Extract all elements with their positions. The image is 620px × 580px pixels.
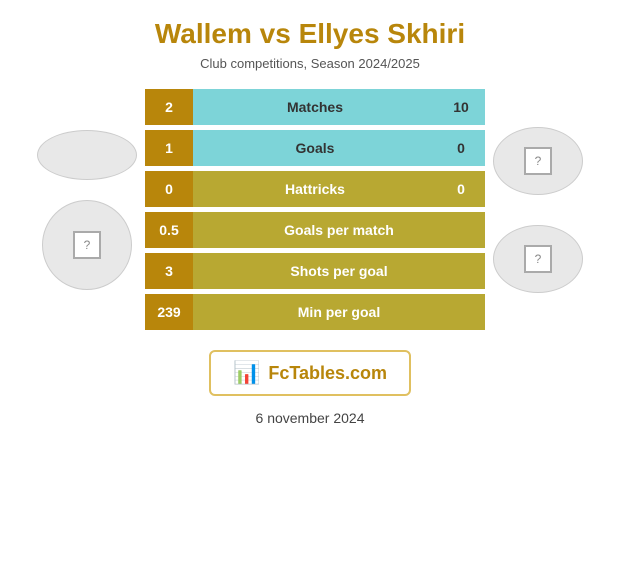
stat-left-goals: 1 — [145, 130, 193, 166]
stat-left-shots-per-goal: 3 — [145, 253, 193, 289]
stat-bar-goals: Goals — [193, 130, 437, 166]
stat-bar-matches: Matches — [193, 89, 437, 125]
stat-right-matches: 10 — [437, 89, 485, 125]
stat-row-min-per-goal: 239 Min per goal — [145, 294, 485, 330]
stat-bar-shots-per-goal: Shots per goal — [193, 253, 485, 289]
fctables-text: FcTables.com — [268, 363, 387, 384]
stat-bar-goals-per-match: Goals per match — [193, 212, 485, 248]
avatar-placeholder-right-bottom: ? — [524, 245, 552, 273]
avatar-placeholder-right-top: ? — [524, 147, 552, 175]
stat-left-min-per-goal: 239 — [145, 294, 193, 330]
fctables-icon: 📊 — [233, 360, 260, 386]
team-avatar-right-bottom: ? — [493, 225, 583, 293]
stat-row-matches: 2 Matches 10 — [145, 89, 485, 125]
left-avatars: ? — [37, 130, 137, 290]
fctables-logo[interactable]: 📊 FcTables.com — [209, 350, 411, 396]
stat-bar-hattricks: Hattricks — [193, 171, 437, 207]
team-avatar-left-top — [37, 130, 137, 180]
match-subtitle: Club competitions, Season 2024/2025 — [200, 56, 420, 71]
stat-row-hattricks: 0 Hattricks 0 — [145, 171, 485, 207]
stat-bar-min-per-goal: Min per goal — [193, 294, 485, 330]
main-container: Wallem vs Ellyes Skhiri Club competition… — [0, 0, 620, 580]
stat-right-hattricks: 0 — [437, 171, 485, 207]
avatar-placeholder-left: ? — [73, 231, 101, 259]
stat-row-goals-per-match: 0.5 Goals per match — [145, 212, 485, 248]
team-avatar-left-bottom: ? — [42, 200, 132, 290]
stat-row-goals: 1 Goals 0 — [145, 130, 485, 166]
stat-left-hattricks: 0 — [145, 171, 193, 207]
team-avatar-right-top: ? — [493, 127, 583, 195]
stat-left-goals-per-match: 0.5 — [145, 212, 193, 248]
stats-table: 2 Matches 10 1 Goals 0 0 Hattricks 0 0.5… — [145, 89, 485, 330]
match-date: 6 november 2024 — [256, 410, 365, 426]
match-title: Wallem vs Ellyes Skhiri — [155, 18, 465, 50]
stat-row-shots-per-goal: 3 Shots per goal — [145, 253, 485, 289]
stat-left-matches: 2 — [145, 89, 193, 125]
stat-right-goals: 0 — [437, 130, 485, 166]
right-avatars: ? ? — [493, 127, 583, 293]
stats-section: ? 2 Matches 10 1 Goals 0 0 Hattricks 0 — [0, 89, 620, 330]
